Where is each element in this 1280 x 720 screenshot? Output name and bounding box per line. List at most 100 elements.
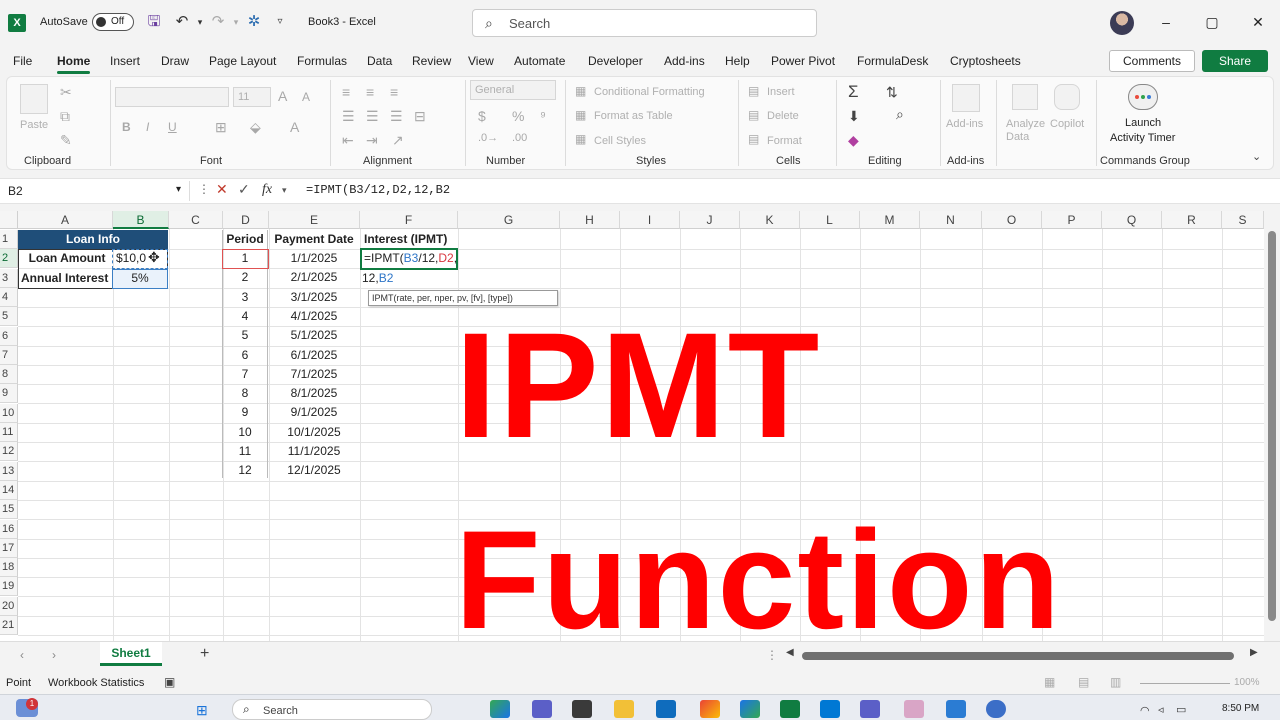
vertical-scrollbar[interactable] (1264, 211, 1280, 641)
period-cell[interactable]: 7 (222, 365, 268, 384)
paste-icon[interactable] (20, 84, 48, 114)
page-layout-view-icon[interactable]: ▤ (1078, 675, 1089, 689)
comma-icon[interactable]: ⁹ (540, 108, 546, 124)
period-cell[interactable]: 12 (222, 461, 268, 480)
insert-cells-button[interactable]: Insert (767, 86, 795, 98)
payment-date-cell[interactable]: 10/1/2025 (268, 423, 360, 442)
merge-center-icon[interactable]: ⊟ (414, 108, 426, 125)
battery-icon[interactable]: ▭ (1176, 703, 1186, 716)
restore-button[interactable]: ▢ (1198, 10, 1226, 34)
annual-interest-label[interactable]: Annual Interest (18, 269, 114, 288)
menu-help[interactable]: Help (725, 54, 750, 68)
column-header-g[interactable]: G (458, 211, 560, 229)
row-header-2[interactable]: 2 (0, 249, 18, 268)
sort-filter-icon[interactable]: ⇅ (886, 84, 898, 101)
analyze-data-icon[interactable] (1012, 84, 1038, 110)
row-header-8[interactable]: 8 (0, 365, 18, 384)
period-cell[interactable]: 8 (222, 384, 268, 403)
loan-amount-label[interactable]: Loan Amount (20, 249, 114, 268)
copilot-app-taskbar-icon[interactable] (740, 700, 760, 718)
teams2-taskbar-icon[interactable] (860, 700, 880, 718)
start-icon[interactable]: ⊞ (196, 702, 208, 719)
page-break-view-icon[interactable]: ▥ (1110, 675, 1121, 689)
font-size-select[interactable]: 11 (233, 87, 271, 107)
teams-taskbar-icon[interactable] (532, 700, 552, 718)
cancel-icon[interactable]: ✕ (216, 181, 228, 198)
decrease-decimal-icon[interactable]: .00 (512, 132, 527, 144)
editing-formula[interactable]: =IPMT(B3/12,D2, (364, 251, 457, 265)
period-cell[interactable]: 6 (222, 346, 268, 365)
bold-icon[interactable]: B (122, 120, 131, 134)
terminal-taskbar-icon[interactable] (572, 700, 592, 718)
find-select-icon[interactable]: ⌕ (896, 106, 904, 123)
percent-icon[interactable]: % (512, 108, 524, 124)
column-header-p[interactable]: P (1042, 211, 1102, 229)
orientation-icon[interactable]: ↗ (392, 132, 404, 149)
delete-cells-button[interactable]: Delete (767, 110, 799, 122)
align-top-icon[interactable]: ≡ (342, 84, 350, 100)
row-header-1[interactable]: 1 (0, 230, 18, 249)
menu-review[interactable]: Review (412, 54, 451, 68)
payment-date-cell[interactable]: 6/1/2025 (268, 346, 360, 365)
autosum-icon[interactable]: Σ (848, 82, 859, 102)
payment-date-cell[interactable]: 11/1/2025 (268, 442, 360, 461)
format-as-table-button[interactable]: Format as Table (594, 110, 673, 122)
payment-date-cell[interactable]: 1/1/2025 (268, 249, 360, 268)
taskbar-clock[interactable]: 8:50 PM (1222, 703, 1259, 714)
photos-taskbar-icon[interactable] (946, 700, 966, 718)
row-header-9[interactable]: 9 (0, 384, 18, 403)
currency-icon[interactable]: $ (478, 108, 486, 124)
align-middle-icon[interactable]: ≡ (366, 84, 374, 100)
row-header-19[interactable]: 19 (0, 577, 18, 596)
payment-date-cell[interactable]: 5/1/2025 (268, 326, 360, 345)
align-left-icon[interactable]: ☰ (342, 108, 355, 125)
column-header-k[interactable]: K (740, 211, 800, 229)
payment-date-cell[interactable]: 9/1/2025 (268, 403, 360, 422)
column-header-s[interactable]: S (1222, 211, 1264, 229)
taskbar-search[interactable]: ⌕ Search (232, 699, 432, 720)
next-sheet-icon[interactable]: › (52, 648, 56, 662)
vertical-scroll-thumb[interactable] (1268, 231, 1276, 621)
payment-date-cell[interactable]: 7/1/2025 (268, 365, 360, 384)
menu-developer[interactable]: Developer (588, 54, 643, 68)
row-header-21[interactable]: 21 (0, 616, 18, 635)
payment-date-cell[interactable]: 2/1/2025 (268, 268, 360, 287)
workbook-statistics[interactable]: Workbook Statistics (48, 677, 144, 689)
tab-splitter-icon[interactable]: ⋮ (766, 648, 778, 662)
menu-power-pivot[interactable]: Power Pivot (771, 54, 835, 68)
edge-taskbar-icon[interactable] (656, 700, 676, 718)
column-header-r[interactable]: R (1162, 211, 1222, 229)
row-header-11[interactable]: 11 (0, 423, 18, 442)
zoom-slider[interactable] (1140, 683, 1230, 684)
horizontal-scroll-thumb[interactable] (802, 652, 1234, 660)
increase-font-icon[interactable]: A (278, 88, 287, 104)
menu-page-layout[interactable]: Page Layout (209, 54, 276, 68)
activity-timer-icon[interactable] (1128, 84, 1158, 110)
font-name-select[interactable] (115, 87, 229, 107)
payment-date-cell[interactable]: 4/1/2025 (268, 307, 360, 326)
editing-formula-line2[interactable]: 12,B2 (362, 271, 393, 285)
column-header-l[interactable]: L (800, 211, 860, 229)
comments-button[interactable]: Comments (1109, 50, 1195, 72)
period-cell[interactable]: 10 (222, 423, 268, 442)
row-header-13[interactable]: 13 (0, 462, 18, 481)
italic-icon[interactable]: I (146, 120, 149, 134)
payment-date-cell[interactable]: 12/1/2025 (268, 461, 360, 480)
decrease-indent-icon[interactable]: ⇤ (342, 132, 354, 149)
font-color-icon[interactable]: A (290, 119, 299, 135)
menu-automate[interactable]: Automate (514, 54, 565, 68)
search-input[interactable] (509, 15, 789, 32)
autosave-toggle[interactable]: Off (92, 13, 134, 31)
row-header-5[interactable]: 5 (0, 307, 18, 326)
menu-add-ins[interactable]: Add-ins (664, 54, 705, 68)
increase-indent-icon[interactable]: ⇥ (366, 132, 378, 149)
add-ins-icon[interactable] (952, 84, 980, 112)
column-header-q[interactable]: Q (1102, 211, 1162, 229)
increase-decimal-icon[interactable]: .0→ (478, 132, 498, 144)
borders-icon[interactable]: ⊞ (215, 119, 227, 136)
menu-home[interactable]: Home (57, 54, 91, 74)
formula-input[interactable]: =IPMT(B3/12,D2,12,B2 (306, 183, 450, 197)
accessibility-icon[interactable]: ▣ (164, 675, 175, 689)
copy-icon[interactable]: ⧉ (60, 108, 70, 125)
scroll-right-icon[interactable]: ▶ (1250, 647, 1258, 658)
